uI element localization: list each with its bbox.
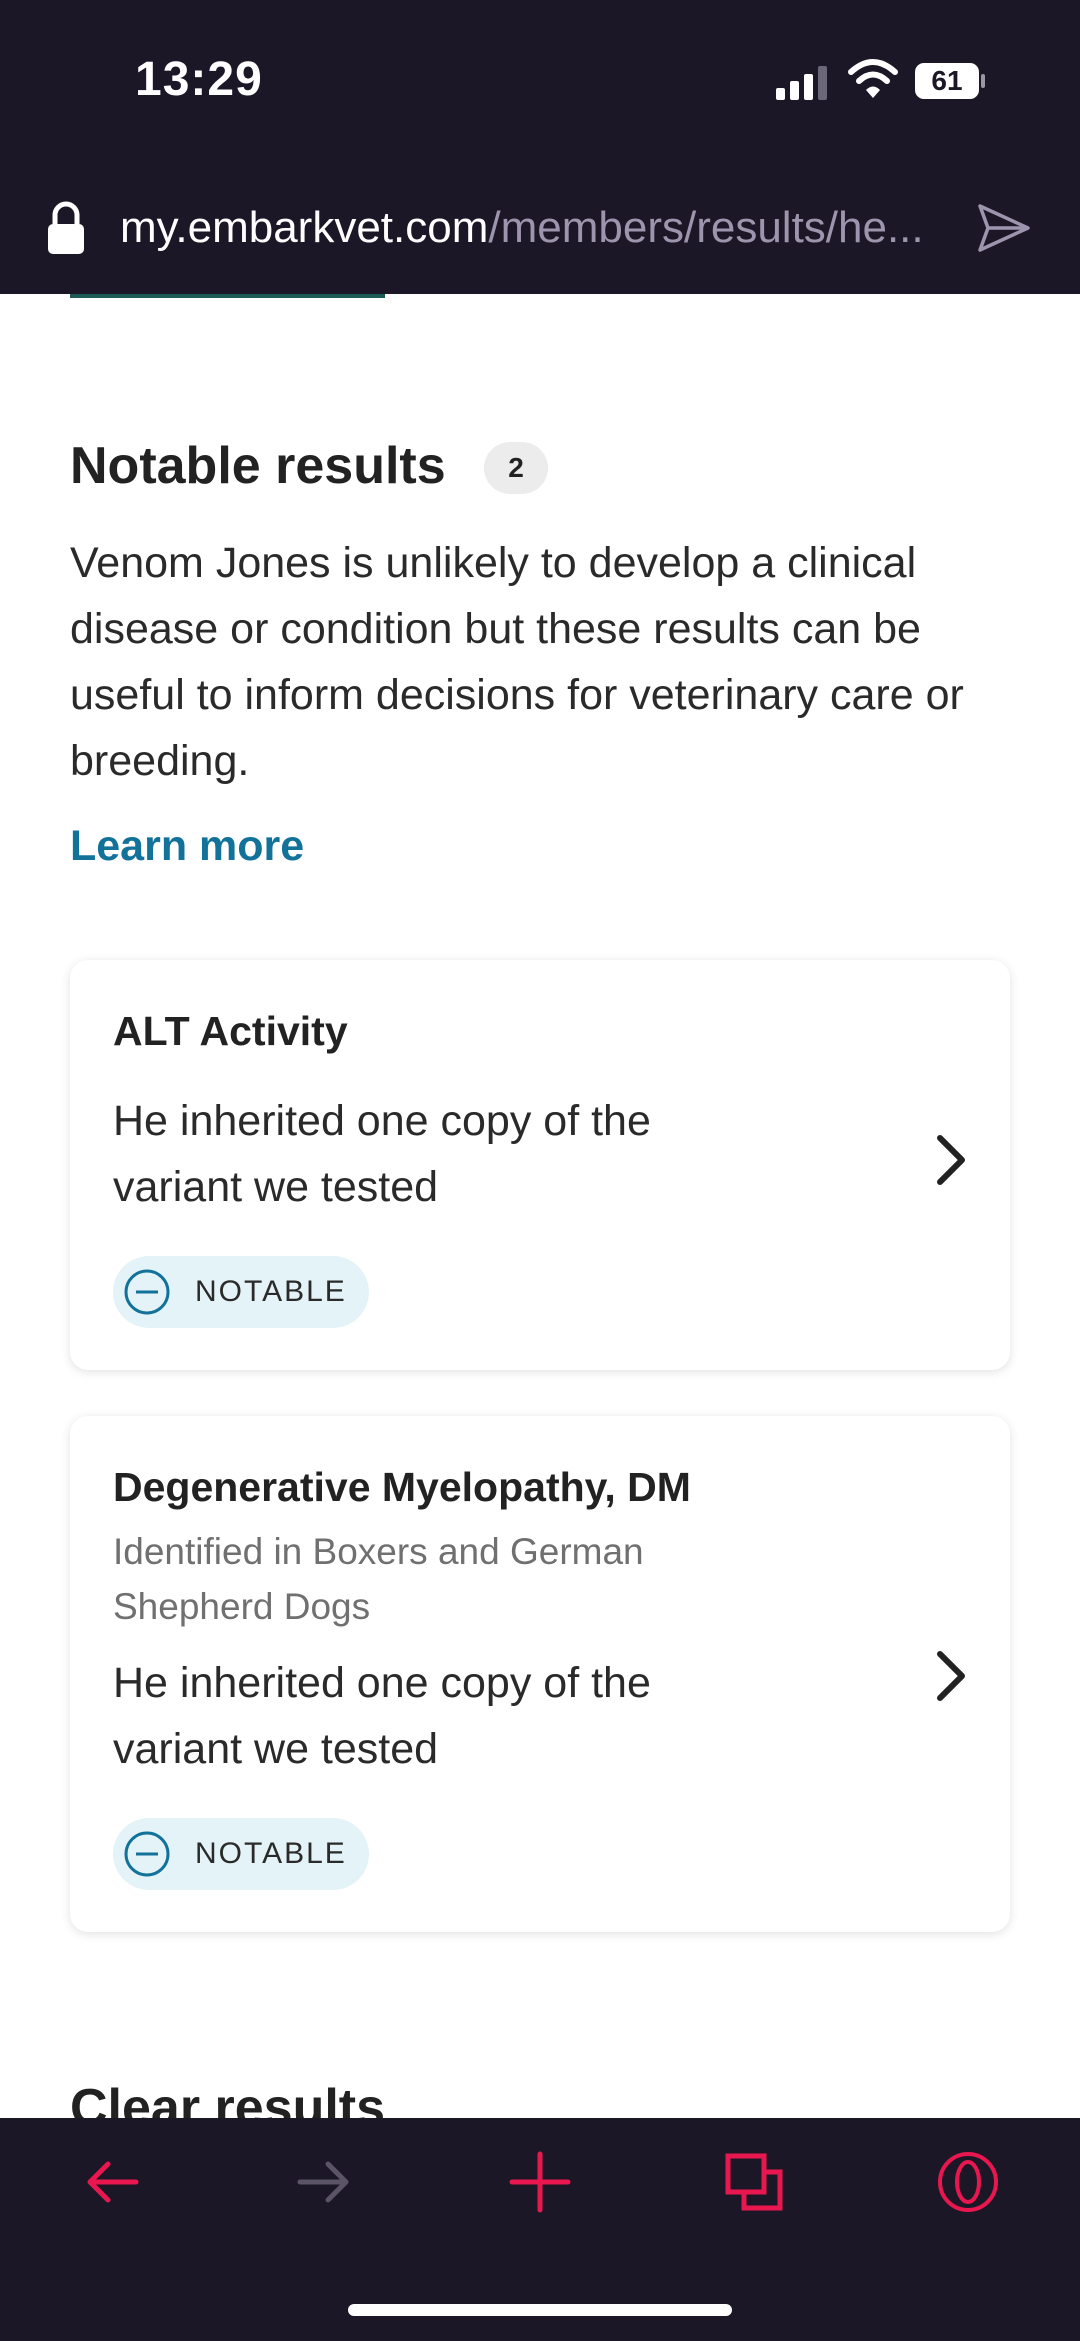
section-title: Notable results bbox=[70, 437, 446, 495]
card-title: ALT Activity bbox=[113, 1008, 348, 1054]
status-time: 13:29 bbox=[135, 53, 263, 106]
next-section-title: Clear results bbox=[70, 2079, 386, 2118]
battery-indicator: 61 bbox=[914, 62, 986, 100]
lock-icon bbox=[48, 201, 84, 254]
chevron-right-icon bbox=[937, 1651, 965, 1701]
battery-level: 61 bbox=[931, 65, 963, 96]
signal-icon bbox=[776, 66, 827, 100]
chevron-right-icon bbox=[937, 1135, 965, 1185]
send-icon[interactable] bbox=[976, 200, 1032, 256]
notable-minus-icon bbox=[124, 1269, 170, 1315]
status-badge: NOTABLE bbox=[113, 1256, 369, 1328]
url-domain: my.embarkvet.com bbox=[120, 203, 489, 252]
result-card-alt-activity[interactable]: ALT Activity He inherited one copy of th… bbox=[70, 960, 1010, 1370]
notable-minus-icon bbox=[124, 1831, 170, 1877]
home-indicator bbox=[348, 2304, 732, 2316]
count-badge: 2 bbox=[484, 442, 548, 494]
page-content: Notable results 2 Venom Jones is unlikel… bbox=[0, 294, 1080, 2118]
card-body: He inherited one copy of the variant we … bbox=[113, 1659, 651, 1773]
url-path: /members/results/he... bbox=[488, 203, 924, 252]
badge-label: NOTABLE bbox=[195, 1837, 347, 1870]
forward-icon[interactable] bbox=[292, 2150, 356, 2214]
wifi-icon bbox=[848, 59, 898, 98]
status-badge: NOTABLE bbox=[113, 1818, 369, 1890]
url-field[interactable]: my.embarkvet.com/members/results/he... bbox=[120, 203, 924, 253]
card-title: Degenerative Myelopathy, DM bbox=[113, 1464, 691, 1510]
tabs-icon[interactable] bbox=[722, 2150, 786, 2214]
card-body: He inherited one copy of the variant we … bbox=[113, 1097, 651, 1211]
opera-menu-icon[interactable] bbox=[936, 2150, 1000, 2214]
section-description: Venom Jones is unlikely to develop a cli… bbox=[70, 539, 964, 785]
card-subtitle: Identified in Boxers and German Shepherd… bbox=[113, 1531, 644, 1627]
tab-indicator bbox=[70, 294, 385, 298]
badge-label: NOTABLE bbox=[195, 1275, 347, 1308]
back-icon[interactable] bbox=[80, 2150, 144, 2214]
learn-more-link[interactable]: Learn more bbox=[70, 822, 304, 871]
new-tab-icon[interactable] bbox=[508, 2150, 572, 2214]
result-card-degenerative-myelopathy[interactable]: Degenerative Myelopathy, DM Identified i… bbox=[70, 1416, 1010, 1932]
